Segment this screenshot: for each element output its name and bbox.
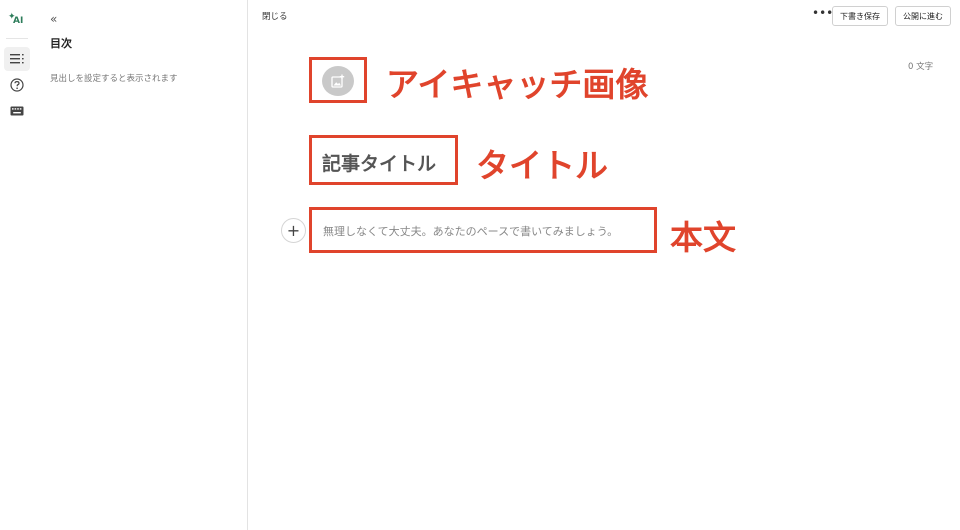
keyboard-icon <box>10 106 24 116</box>
body-highlight-box: 無理しなくて大丈夫。あなたのペースで書いてみましょう。 <box>309 207 657 253</box>
toc-title: 目次 <box>50 37 72 50</box>
eyecatch-annotation: アイキャッチ画像 <box>386 65 649 104</box>
more-options-icon[interactable]: ••• <box>812 6 833 20</box>
article-body-input[interactable]: 無理しなくて大丈夫。あなたのペースで書いてみましょう。 <box>323 223 618 239</box>
title-annotation: タイトル <box>476 146 608 185</box>
save-draft-button[interactable]: 下書き保存 <box>832 6 888 26</box>
left-rail: ✦ AI <box>0 0 34 530</box>
toc-button[interactable] <box>4 47 30 71</box>
ai-assistant-button[interactable]: ✦ AI <box>6 12 28 28</box>
add-image-icon <box>331 74 345 88</box>
rail-divider <box>6 38 28 39</box>
publish-button[interactable]: 公開に進む <box>895 6 951 26</box>
add-eyecatch-image-button[interactable] <box>322 66 354 96</box>
title-highlight-box: 記事タイトル <box>309 135 458 185</box>
close-button[interactable]: 閉じる <box>262 10 288 22</box>
toc-empty-hint: 見出しを設定すると表示されます <box>50 74 178 84</box>
keyboard-shortcuts-button[interactable] <box>4 99 30 123</box>
toc-sidebar: « 目次 見出しを設定すると表示されます <box>34 0 248 530</box>
ai-label: AI <box>13 16 24 26</box>
eyecatch-highlight-box <box>309 57 367 103</box>
collapse-sidebar-button[interactable]: « <box>50 12 57 26</box>
body-annotation: 本文 <box>670 218 736 257</box>
help-icon <box>10 78 24 92</box>
help-button[interactable] <box>4 73 30 97</box>
list-icon <box>10 54 24 64</box>
add-block-button[interactable]: + <box>281 218 306 243</box>
character-count: 0 文字 <box>908 62 934 72</box>
article-title-input[interactable]: 記事タイトル <box>322 149 436 176</box>
